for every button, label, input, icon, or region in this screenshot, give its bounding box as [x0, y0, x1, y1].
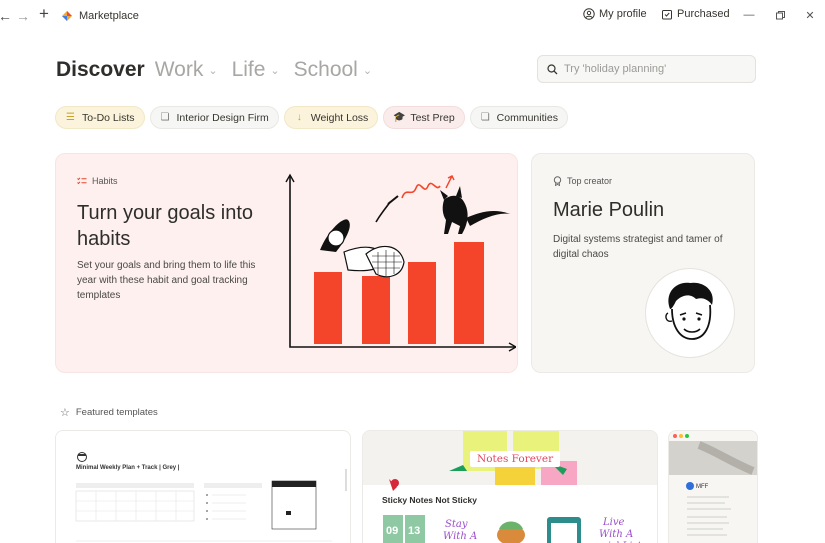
marketplace-logo-icon: [62, 11, 72, 21]
svg-text:Live: Live: [602, 517, 624, 528]
layers-icon: ❏: [160, 112, 170, 123]
template-preview-sticky-notes: 09 13 Stay With A Live With A wishList: [363, 431, 657, 543]
tab-life-label: Life: [231, 58, 266, 81]
habits-hero-card[interactable]: Habits Turn your goals into habits Set y…: [55, 153, 518, 373]
chip-test-prep[interactable]: 🎓 Test Prep: [383, 106, 465, 129]
forward-arrow-icon[interactable]: →: [16, 8, 30, 24]
profile-icon: [583, 8, 595, 20]
template-card[interactable]: Minimal Weekly Plan + Track | Grey |: [55, 430, 351, 543]
svg-text:09: 09: [386, 525, 398, 537]
chip-weight-loss[interactable]: ↓ Weight Loss: [283, 106, 379, 129]
tab-school[interactable]: School ⌄: [294, 58, 372, 82]
search-input[interactable]: [564, 63, 744, 75]
search-icon: [547, 63, 558, 74]
template-title: MFF: [696, 484, 709, 490]
creator-tag: Top creator: [553, 176, 612, 186]
topic-chips: ☰ To-Do Lists ❏ Interior Design Firm ↓ W…: [55, 106, 568, 129]
my-profile-label: My profile: [599, 8, 647, 20]
chip-label: Test Prep: [410, 111, 455, 124]
tab-work[interactable]: Work ⌄: [155, 58, 218, 82]
svg-text:With A: With A: [599, 529, 633, 540]
graduation-cap-icon: 🎓: [393, 112, 406, 123]
chip-to-do-lists[interactable]: ☰ To-Do Lists: [55, 106, 145, 129]
hero-title: Turn your goals into habits: [77, 202, 254, 250]
tab-discover[interactable]: Discover: [56, 58, 145, 82]
close-icon[interactable]: ✕: [803, 8, 817, 22]
new-tab-plus-icon[interactable]: +: [37, 4, 51, 23]
purchased-label: Purchased: [677, 8, 730, 20]
creator-name: Marie Poulin: [553, 199, 665, 221]
back-arrow-icon[interactable]: ←: [0, 8, 12, 24]
arrow-down-icon: ↓: [296, 112, 302, 123]
chip-label: Communities: [496, 111, 558, 124]
hero-description: Set your goals and bring them to life th…: [77, 260, 256, 301]
chip-interior-design-firm[interactable]: ❏ Interior Design Firm: [149, 106, 279, 129]
featured-templates-label: Featured templates: [75, 407, 158, 418]
medal-icon: [553, 176, 562, 186]
app-title: Marketplace: [79, 10, 139, 22]
tab-life[interactable]: Life ⌄: [232, 58, 280, 82]
purchased-button[interactable]: Purchased: [661, 8, 730, 20]
chip-label: To-Do Lists: [82, 111, 135, 124]
template-card[interactable]: MFF: [668, 430, 758, 543]
my-profile-button[interactable]: My profile: [583, 8, 647, 20]
category-tabs: Discover Work ⌄ Life ⌄ School ⌄: [56, 58, 386, 82]
habits-illustration: [285, 173, 516, 352]
template-card[interactable]: 09 13 Stay With A Live With A wishList N…: [362, 430, 658, 543]
creator-avatar[interactable]: [645, 268, 735, 358]
hero-tag: Habits: [77, 176, 118, 186]
top-creator-card[interactable]: Top creator Marie Poulin Digital systems…: [531, 153, 755, 373]
notes-forever-banner: Notes Forever: [470, 451, 561, 467]
star-icon: ☆: [60, 407, 70, 419]
chevron-down-icon: ⌄: [362, 64, 373, 77]
hero-tag-label: Habits: [92, 176, 118, 186]
tab-discover-label: Discover: [56, 58, 145, 81]
chip-communities[interactable]: ❏ Communities: [469, 106, 568, 129]
purchased-bag-icon: [662, 10, 672, 20]
creator-description: Digital systems strategist and tamer of …: [553, 234, 723, 260]
svg-text:With A: With A: [443, 531, 477, 542]
chip-label: Weight Loss: [310, 111, 369, 124]
template-preview-weekly-plan: [75, 452, 347, 542]
template-title: Sticky Notes Not Sticky: [382, 495, 477, 505]
minimize-icon[interactable]: —: [742, 8, 756, 22]
marketplace-page: ← → + Marketplace My profile Purchased —: [0, 0, 825, 543]
template-title: Minimal Weekly Plan + Track | Grey |: [76, 465, 180, 471]
tab-school-label: School: [293, 58, 358, 81]
chevron-down-icon: ⌄: [270, 64, 280, 77]
restore-window-icon[interactable]: [773, 8, 787, 22]
featured-templates-heading: ☆ Featured templates: [60, 406, 158, 419]
tab-work-label: Work: [154, 58, 204, 81]
checklist-icon: [77, 176, 87, 184]
list-icon: ☰: [66, 112, 75, 123]
svg-text:13: 13: [408, 525, 420, 537]
search-box[interactable]: [537, 55, 756, 83]
svg-text:Stay: Stay: [445, 519, 468, 530]
chevron-down-icon: ⌄: [208, 64, 218, 77]
creator-tag-label: Top creator: [567, 176, 613, 186]
layers-icon: ❏: [480, 112, 490, 123]
template-preview-mff: [669, 434, 757, 536]
chip-label: Interior Design Firm: [176, 111, 269, 124]
top-bar: ← → + Marketplace My profile Purchased —: [0, 0, 825, 32]
